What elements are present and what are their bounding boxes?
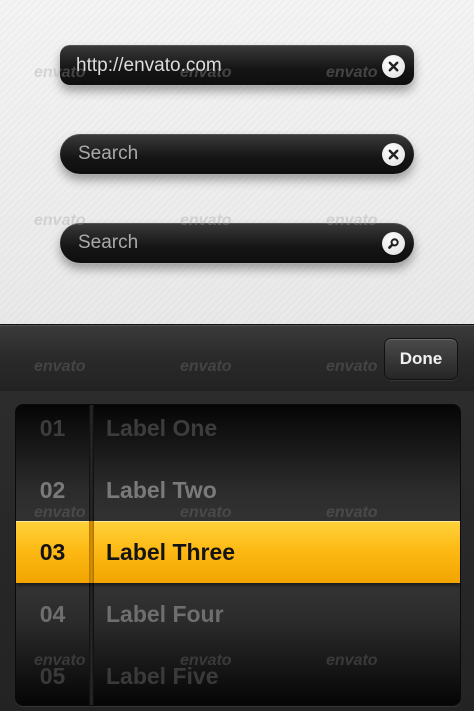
picker-wheel[interactable]: 01 Label One 02 Label Two 04 Label Four … bbox=[15, 404, 461, 706]
picker-row-label: Label Five bbox=[106, 663, 219, 689]
search-icon[interactable] bbox=[382, 232, 405, 255]
picker-row[interactable]: 01 Label One bbox=[16, 405, 460, 459]
clear-icon[interactable] bbox=[382, 55, 405, 78]
clear-icon[interactable] bbox=[382, 143, 405, 166]
picker-row-label: Label One bbox=[106, 415, 218, 441]
picker-toolbar: Done bbox=[0, 324, 474, 392]
picker-row-number: 02 bbox=[39, 477, 66, 503]
picker-row[interactable]: 02 Label Two bbox=[16, 459, 460, 521]
selected-row-number: 03 bbox=[39, 539, 66, 565]
picker-row-label: Label Four bbox=[106, 601, 224, 627]
picker-row[interactable]: 05 Label Five bbox=[16, 645, 460, 705]
picker-row-number: 05 bbox=[39, 663, 66, 689]
search-input-placeholder: Search bbox=[78, 232, 139, 253]
picker-row-number: 01 bbox=[39, 415, 66, 441]
picker-selection-bar[interactable]: 03 Label Three bbox=[16, 521, 460, 583]
done-button[interactable]: Done bbox=[384, 338, 458, 380]
selection-divider bbox=[89, 521, 94, 583]
url-input[interactable]: http://envato.com bbox=[60, 45, 414, 85]
search-input[interactable]: Search bbox=[60, 223, 414, 263]
search-input-placeholder: Search bbox=[78, 143, 139, 164]
picker-row-number: 04 bbox=[39, 601, 66, 627]
picker-row[interactable]: 04 Label Four bbox=[16, 583, 460, 645]
url-input-text: http://envato.com bbox=[76, 55, 222, 76]
search-input[interactable]: Search bbox=[60, 134, 414, 174]
picker-row-label: Label Two bbox=[106, 477, 217, 503]
selected-row-label: Label Three bbox=[106, 539, 236, 565]
